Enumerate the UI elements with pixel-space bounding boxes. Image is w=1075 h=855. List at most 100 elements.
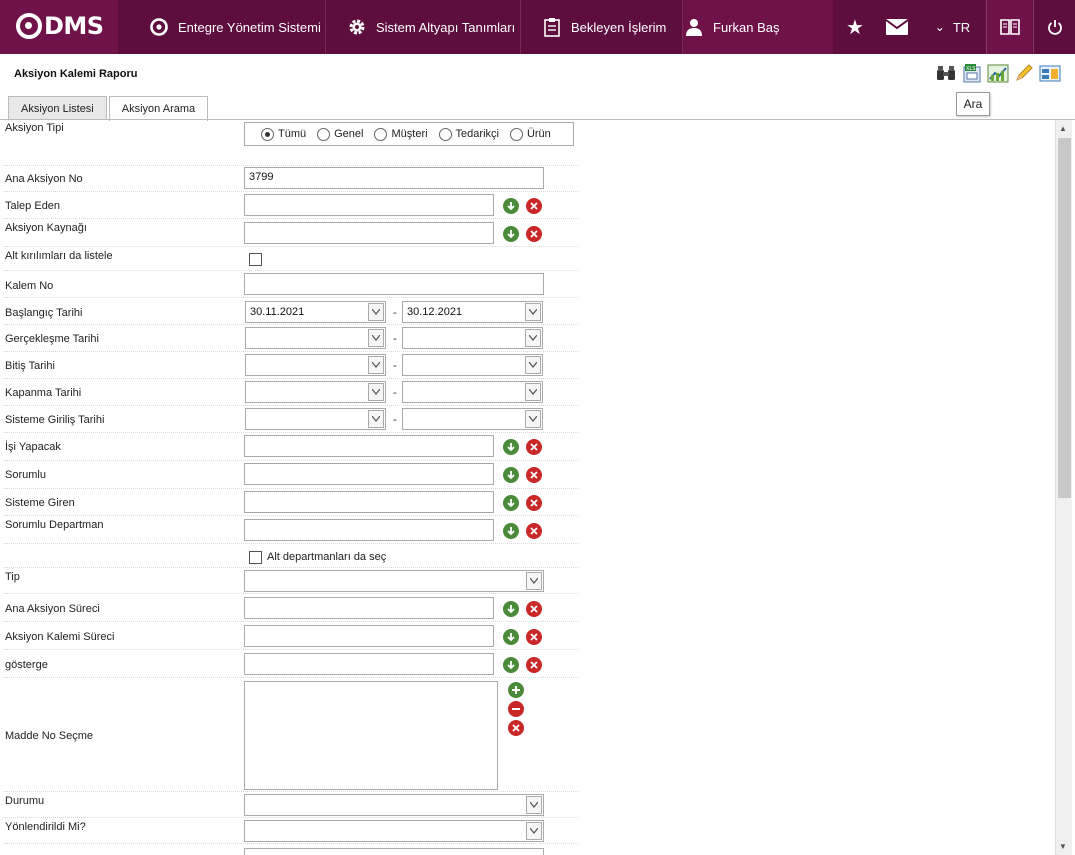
chevron-down-icon	[368, 303, 384, 321]
add-icon[interactable]	[503, 198, 519, 214]
scroll-down-arrow-icon[interactable]: ▼	[1059, 842, 1067, 851]
dms-logo[interactable]: DMS	[16, 12, 104, 40]
bitis-tarihi-to-select[interactable]	[402, 354, 543, 376]
add-icon[interactable]	[503, 467, 519, 483]
clear-icon[interactable]	[526, 226, 542, 242]
scroll-thumb[interactable]	[1058, 138, 1071, 498]
range-dash: -	[393, 360, 397, 372]
radio-genel[interactable]: Genel	[317, 127, 363, 141]
gosterge-input[interactable]	[244, 653, 494, 675]
aksiyon-kalemi-sureci-input[interactable]	[244, 625, 494, 647]
sorumlu-departman-input[interactable]	[244, 519, 494, 541]
excel-export-icon[interactable]: XLS	[961, 62, 983, 84]
tip-select[interactable]	[244, 570, 544, 592]
minus-remove-icon[interactable]	[508, 701, 524, 717]
plus-add-icon[interactable]	[508, 682, 524, 698]
baslangic-tarihi-from-select[interactable]: 30.11.2021	[245, 301, 386, 323]
sisteme-giris-tarihi-from-select[interactable]	[245, 408, 386, 430]
chart-icon[interactable]	[987, 62, 1009, 84]
favorites-star-icon[interactable]: ★	[838, 0, 872, 54]
row-yonlendirildi-mi: Yönlendirildi Mi?	[4, 818, 578, 844]
nav-entegre-yonetim[interactable]: Entegre Yönetim Sistemi	[118, 0, 326, 54]
book-help-icon[interactable]	[986, 0, 1032, 54]
radio-unselected-icon	[438, 127, 452, 141]
chevron-down-icon	[368, 356, 384, 374]
power-logout-icon[interactable]	[1033, 0, 1075, 54]
madde-no-list[interactable]	[244, 681, 498, 790]
add-icon[interactable]	[503, 439, 519, 455]
label-yonlendirildi-mi: Yönlendirildi Mi?	[5, 821, 86, 833]
next-select-partial[interactable]	[244, 848, 544, 855]
dms-circle-icon	[148, 16, 170, 38]
isi-yapacak-input[interactable]	[244, 435, 494, 457]
sisteme-giren-input[interactable]	[244, 491, 494, 513]
vertical-scrollbar[interactable]: ▲ ▼	[1055, 120, 1072, 855]
label-baslangic-tarihi: Başlangıç Tarihi	[5, 307, 83, 319]
row-alt-kirilimlar: Alt kırılımları da listele	[4, 247, 578, 271]
nav-bekleyen-islerim-label: Bekleyen İşlerim	[571, 19, 667, 35]
gerceklesme-tarihi-to-select[interactable]	[402, 327, 543, 349]
report-toolbar: XLS	[935, 62, 1061, 86]
pencil-edit-icon[interactable]	[1013, 62, 1035, 84]
kapanma-tarihi-to-select[interactable]	[402, 381, 543, 403]
radio-musteri[interactable]: Müşteri	[374, 127, 428, 141]
sisteme-giris-tarihi-to-select[interactable]	[402, 408, 543, 430]
clear-icon[interactable]	[526, 198, 542, 214]
nav-bekleyen-islerim[interactable]: Bekleyen İşlerim	[521, 0, 683, 54]
tab-aksiyon-listesi[interactable]: Aksiyon Listesi	[8, 96, 107, 120]
range-dash: -	[393, 333, 397, 345]
ana-aksiyon-no-input[interactable]: 3799	[244, 167, 544, 189]
nav-sistem-altyapi[interactable]: Sistem Altyapı Tanımları	[326, 0, 521, 54]
gear-icon	[346, 16, 368, 38]
row-sisteme-giris-tarihi: Sisteme Giriliş Tarihi -	[4, 406, 578, 433]
row-bitis-tarihi: Bitiş Tarihi -	[4, 352, 578, 379]
ana-aksiyon-sureci-input[interactable]	[244, 597, 494, 619]
radio-tedarikci[interactable]: Tedarikçi	[438, 127, 499, 141]
clear-icon[interactable]	[526, 495, 542, 511]
gerceklesme-tarihi-from-select[interactable]	[245, 327, 386, 349]
layout-icon[interactable]	[1039, 62, 1061, 84]
scroll-up-arrow-icon[interactable]: ▲	[1059, 124, 1067, 133]
radio-urun[interactable]: Ürün	[509, 127, 551, 141]
clear-icon[interactable]	[526, 439, 542, 455]
kapanma-tarihi-from-select[interactable]	[245, 381, 386, 403]
radio-tumu[interactable]: Tümü	[261, 127, 306, 141]
add-icon[interactable]	[503, 226, 519, 242]
clear-icon[interactable]	[526, 467, 542, 483]
radio-unselected-icon	[509, 127, 523, 141]
nav-user[interactable]: Furkan Baş	[683, 0, 833, 54]
language-selector[interactable]: ⌄ TR	[925, 0, 980, 54]
add-icon[interactable]	[503, 657, 519, 673]
sorumlu-input[interactable]	[244, 463, 494, 485]
nav-entegre-yonetim-label: Entegre Yönetim Sistemi	[178, 19, 321, 35]
clear-icon[interactable]	[508, 720, 524, 736]
mail-icon[interactable]	[880, 0, 914, 54]
label-gerceklesme-tarihi: Gerçekleşme Tarihi	[5, 333, 99, 345]
row-sorumlu: Sorumlu	[4, 461, 578, 489]
aksiyon-kaynagi-input[interactable]	[244, 222, 494, 244]
durumu-select[interactable]	[244, 794, 544, 816]
add-icon[interactable]	[503, 523, 519, 539]
chevron-down-icon: ⌄	[934, 20, 945, 34]
clear-icon[interactable]	[526, 629, 542, 645]
yonlendirildi-mi-select[interactable]	[244, 820, 544, 842]
add-icon[interactable]	[503, 495, 519, 511]
label-tip: Tip	[5, 571, 20, 583]
bitis-tarihi-from-select[interactable]	[245, 354, 386, 376]
talep-eden-input[interactable]	[244, 194, 494, 216]
alt-departmanlar-checkbox[interactable]	[249, 551, 262, 564]
clear-icon[interactable]	[526, 601, 542, 617]
logo-area[interactable]: DMS	[0, 0, 118, 54]
language-label: TR	[952, 19, 971, 35]
add-icon[interactable]	[503, 601, 519, 617]
add-icon[interactable]	[503, 629, 519, 645]
binoculars-search-icon[interactable]	[935, 62, 957, 84]
kalem-no-input[interactable]	[244, 273, 544, 295]
select-value: 30.12.2021	[407, 306, 463, 318]
chevron-down-icon	[526, 572, 542, 590]
tab-aksiyon-arama[interactable]: Aksiyon Arama	[108, 96, 209, 121]
baslangic-tarihi-to-select[interactable]: 30.12.2021	[402, 301, 543, 323]
alt-kirilimlar-checkbox[interactable]	[249, 253, 262, 266]
clear-icon[interactable]	[526, 523, 542, 539]
clear-icon[interactable]	[526, 657, 542, 673]
